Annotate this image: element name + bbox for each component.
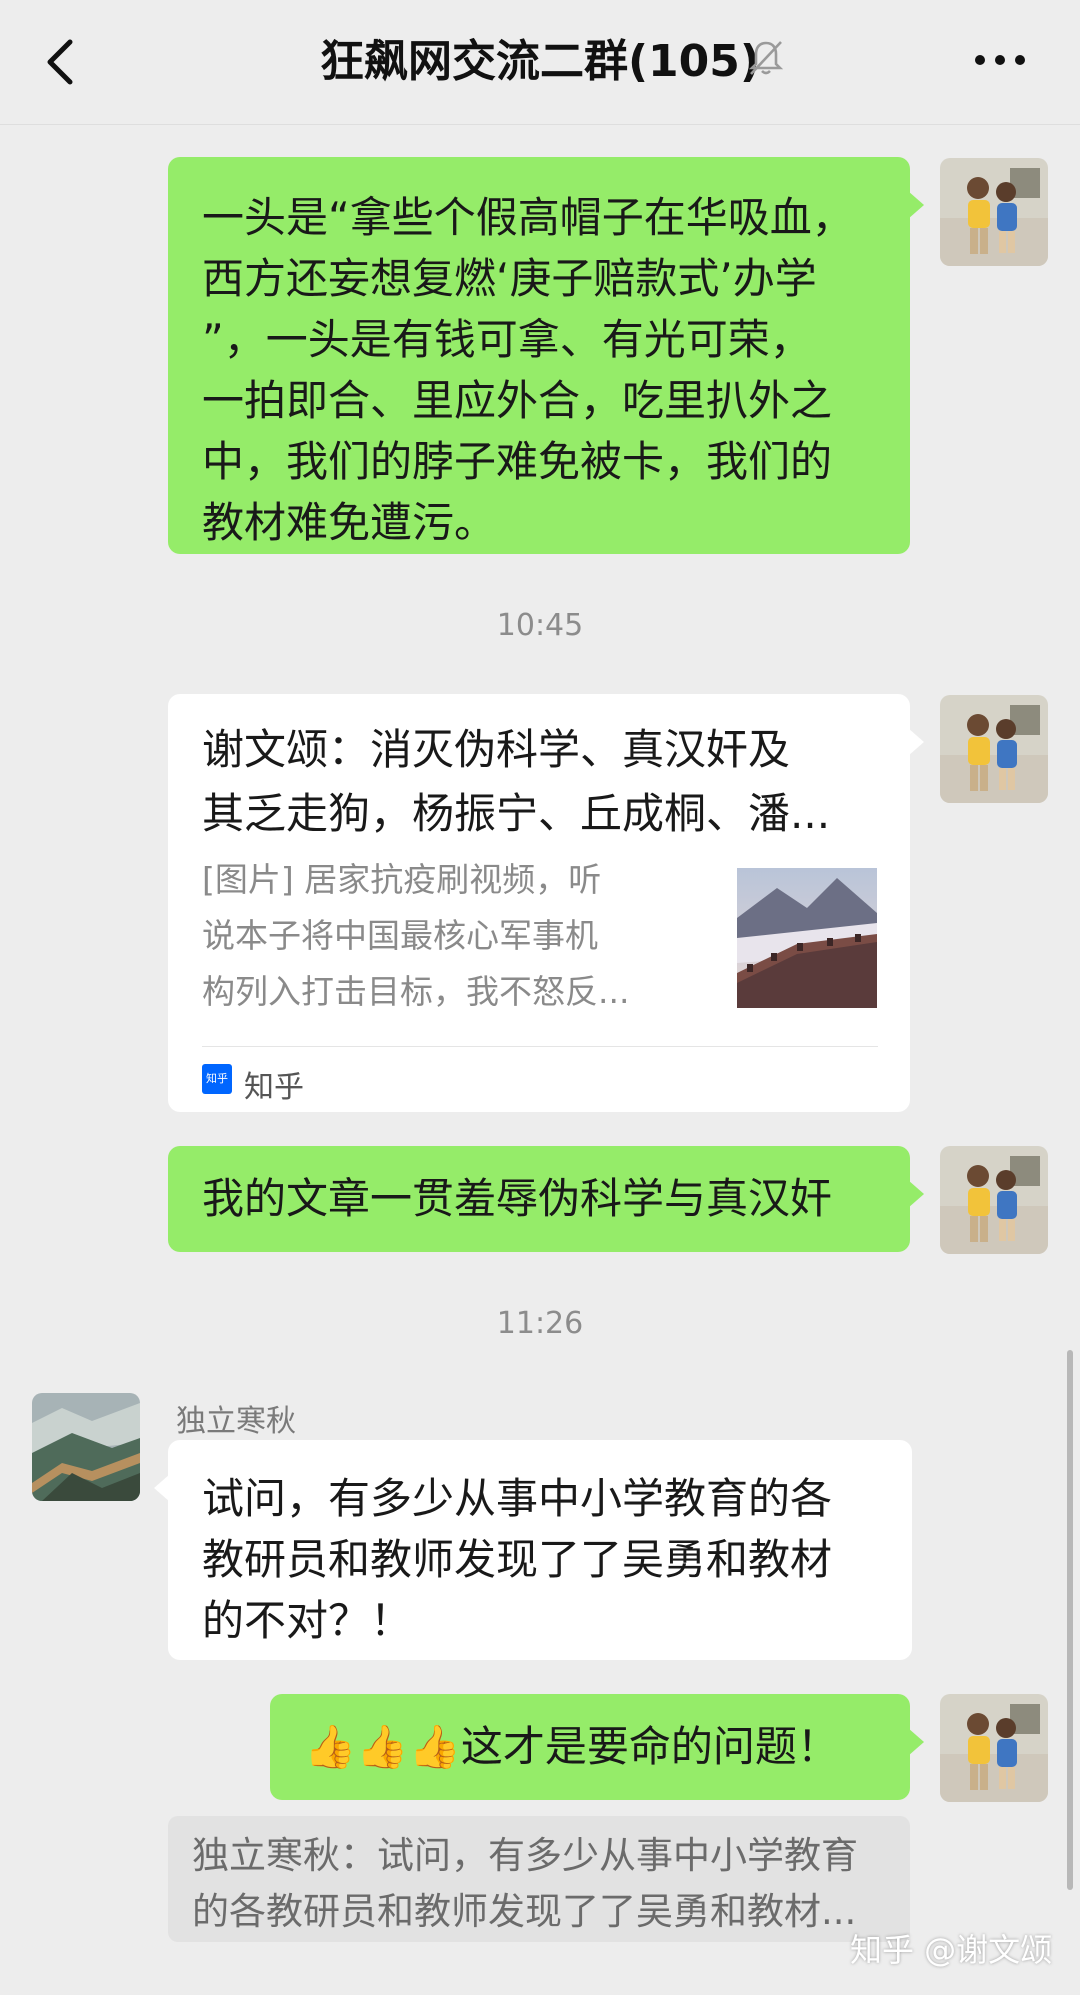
my-avatar[interactable]: [940, 1694, 1048, 1802]
message-bubble-received[interactable]: 试问，有多少从事中小学教育的各 教研员和教师发现了了吴勇和教材 的不对？！: [154, 1440, 912, 1660]
message-line: 一拍即合、里应外合，吃里扒外之: [202, 376, 833, 425]
my-avatar[interactable]: [940, 1146, 1048, 1254]
quoted-message[interactable]: 独立寒秋：试问，有多少从事中小学教育 的各教研员和教师发现了了吴勇和教材...: [168, 1816, 910, 1942]
message-bubble-sent[interactable]: 我的文章一贯羞辱伪科学与真汉奸: [168, 1146, 924, 1252]
card-desc-line: 说本子将中国最核心军事机: [202, 916, 598, 955]
card-thumbnail: [737, 868, 877, 1008]
card-title-line: 其乏走狗，杨振宁、丘成桐、潘...: [202, 789, 831, 838]
more-button[interactable]: [970, 44, 1030, 76]
thumbs-up-icon: 👍👍👍: [304, 1722, 461, 1771]
card-desc-line: [图片] 居家抗疫刷视频，听: [202, 860, 602, 899]
zhihu-icon: 知乎: [202, 1064, 232, 1094]
sender-name: 独立寒秋: [176, 1404, 296, 1439]
message-line: 教材难免遭污。: [202, 498, 497, 547]
message-line: 中，我们的脖子难免被卡，我们的: [202, 437, 833, 486]
message-text: 我的文章一贯羞辱伪科学与真汉奸: [202, 1174, 833, 1223]
card-source: 知乎: [244, 1070, 304, 1105]
chat-title: 狂飙网交流二群(105): [319, 36, 761, 87]
message-line: ”，一头是有钱可拿、有光可荣，: [202, 315, 812, 364]
scrollbar[interactable]: [1067, 1350, 1073, 1890]
card-divider: [202, 1046, 878, 1047]
message-line: 一头是“拿些个假高帽子在华吸血，: [202, 193, 854, 242]
my-avatar[interactable]: [940, 695, 1048, 803]
quote-line: 的各教研员和教师发现了了吴勇和教材...: [192, 1890, 857, 1933]
message-text: 这才是要命的问题！: [460, 1722, 839, 1771]
timestamp: 11:26: [496, 1306, 584, 1341]
message-line: 的不对？！: [202, 1596, 413, 1645]
zhihu-icon-text: 知乎: [206, 1072, 228, 1085]
message-line: 教研员和教师发现了了吴勇和教材: [202, 1535, 833, 1584]
bell-off-icon: [746, 38, 786, 78]
message-bubble-sent[interactable]: 👍👍👍这才是要命的问题！: [270, 1694, 924, 1800]
watermark: 知乎 @谢文颂: [850, 1931, 1053, 1969]
quote-line: 独立寒秋：试问，有多少从事中小学教育: [192, 1834, 858, 1877]
timestamp: 10:45: [496, 608, 584, 643]
message-line: 试问，有多少从事中小学教育的各: [202, 1474, 833, 1523]
card-desc-line: 构列入打击目标，我不怒反...: [202, 972, 630, 1011]
my-avatar[interactable]: [940, 158, 1048, 266]
sender-avatar[interactable]: [32, 1393, 140, 1501]
message-bubble-sent[interactable]: 一头是“拿些个假高帽子在华吸血， 西方还妄想复燃‘庚子赔款式’办学 ”，一头是有…: [168, 157, 924, 554]
message-line: 西方还妄想复燃‘庚子赔款式’办学: [202, 254, 817, 303]
more-dots-icon: [975, 55, 1025, 65]
card-title-line: 谢文颂：消灭伪科学、真汉奸及: [202, 725, 791, 774]
